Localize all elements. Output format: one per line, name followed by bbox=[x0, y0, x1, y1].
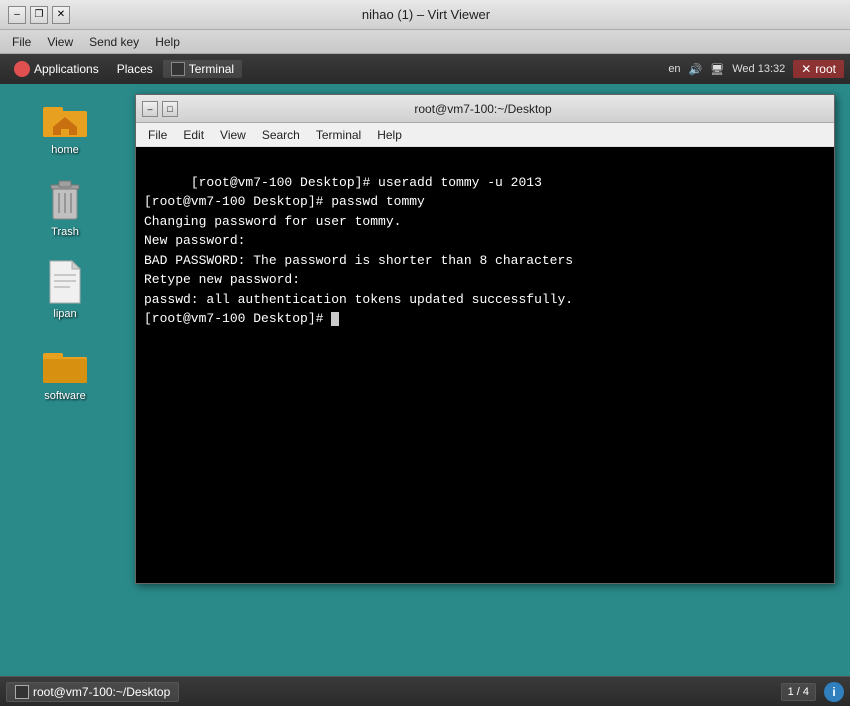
applications-icon bbox=[14, 61, 30, 77]
desktop-icon-software[interactable]: software bbox=[25, 340, 105, 402]
tmenu-help[interactable]: Help bbox=[369, 126, 410, 144]
minimize-button[interactable]: – bbox=[8, 6, 26, 24]
desktop: home Trash bbox=[0, 84, 850, 646]
datetime: Wed 13:32 bbox=[732, 63, 785, 75]
desktop-icon-trash[interactable]: Trash bbox=[25, 176, 105, 238]
terminal-line-7: passwd: all authentication tokens update… bbox=[144, 292, 573, 307]
terminal-menubar: File Edit View Search Terminal Help bbox=[136, 123, 834, 147]
menu-view[interactable]: View bbox=[39, 33, 81, 51]
tmenu-search[interactable]: Search bbox=[254, 126, 308, 144]
desktop-icon-home[interactable]: home bbox=[25, 94, 105, 156]
desktop-icon-lipan[interactable]: lipan bbox=[25, 258, 105, 320]
terminal-line-4: New password: bbox=[144, 233, 245, 248]
root-label: root bbox=[815, 62, 836, 76]
terminal-cursor bbox=[331, 312, 339, 326]
trash-icon-label: Trash bbox=[51, 226, 79, 238]
places-label: Places bbox=[117, 62, 153, 76]
tmenu-terminal[interactable]: Terminal bbox=[308, 126, 369, 144]
taskbar-item-label: root@vm7-100:~/Desktop bbox=[33, 685, 170, 699]
root-icon: ✕ bbox=[801, 62, 811, 76]
gnome-panel: Applications Places Terminal en 🔊 🖥 Wed … bbox=[0, 54, 850, 84]
terminal-label: Terminal bbox=[189, 62, 234, 76]
workspace-pager[interactable]: 1 / 4 bbox=[781, 683, 816, 701]
root-menu[interactable]: ✕ root bbox=[793, 60, 844, 78]
outer-menubar: File View Send key Help bbox=[0, 30, 850, 54]
tmenu-view[interactable]: View bbox=[212, 126, 254, 144]
terminal-line-6: Retype new password: bbox=[144, 272, 300, 287]
taskbar-terminal-item[interactable]: root@vm7-100:~/Desktop bbox=[6, 682, 179, 702]
close-button[interactable]: ✕ bbox=[52, 6, 70, 24]
display-icon: 🖥 bbox=[710, 63, 724, 76]
virt-viewer-titlebar: – ❐ ✕ nihao (1) – Virt Viewer bbox=[0, 0, 850, 30]
tmenu-file[interactable]: File bbox=[140, 126, 175, 144]
terminal-window: – □ root@vm7-100:~/Desktop File Edit Vie… bbox=[135, 94, 835, 584]
taskbar-right: 1 / 4 i bbox=[781, 682, 844, 702]
terminal-line-8: [root@vm7-100 Desktop]# bbox=[144, 311, 331, 326]
terminal-window-title: root@vm7-100:~/Desktop bbox=[178, 102, 788, 116]
terminal-window-titlebar: – □ root@vm7-100:~/Desktop bbox=[136, 95, 834, 123]
taskbar: root@vm7-100:~/Desktop 1 / 4 i bbox=[0, 676, 850, 706]
menu-sendkey[interactable]: Send key bbox=[81, 33, 147, 51]
lipan-icon-label: lipan bbox=[53, 308, 76, 320]
applications-menu[interactable]: Applications bbox=[6, 59, 107, 79]
taskbar-terminal-icon bbox=[15, 685, 29, 699]
terminal-line-1: [root@vm7-100 Desktop]# useradd tommy -u… bbox=[191, 175, 542, 190]
home-icon-label: home bbox=[51, 144, 79, 156]
trash-icon bbox=[41, 176, 89, 224]
terminal-icon bbox=[171, 62, 185, 76]
terminal-line-5: BAD PASSWORD: The password is shorter th… bbox=[144, 253, 573, 268]
terminal-line-3: Changing password for user tommy. bbox=[144, 214, 401, 229]
places-menu[interactable]: Places bbox=[109, 60, 161, 78]
sound-icon: 🔊 bbox=[689, 63, 703, 76]
software-folder-icon bbox=[41, 340, 89, 388]
lipan-file-icon bbox=[41, 258, 89, 306]
desktop-icons-column: home Trash bbox=[0, 84, 130, 646]
locale-indicator: en bbox=[668, 63, 680, 75]
restore-button[interactable]: ❐ bbox=[30, 6, 48, 24]
home-folder-icon bbox=[41, 94, 89, 142]
software-icon-label: software bbox=[44, 390, 86, 402]
terminal-tab[interactable]: Terminal bbox=[163, 60, 242, 78]
gnome-panel-left: Applications Places Terminal bbox=[6, 59, 242, 79]
titlebar-left-controls: – ❐ ✕ bbox=[8, 6, 70, 24]
terminal-minimize-btn[interactable]: – bbox=[142, 101, 158, 117]
tmenu-edit[interactable]: Edit bbox=[175, 126, 212, 144]
info-button[interactable]: i bbox=[824, 682, 844, 702]
applications-label: Applications bbox=[34, 62, 99, 76]
terminal-titlebar-buttons: – □ bbox=[142, 101, 178, 117]
menu-file[interactable]: File bbox=[4, 33, 39, 51]
terminal-maximize-btn[interactable]: □ bbox=[162, 101, 178, 117]
gnome-panel-right: en 🔊 🖥 Wed 13:32 ✕ root bbox=[668, 60, 844, 78]
terminal-line-2: [root@vm7-100 Desktop]# passwd tommy bbox=[144, 194, 425, 209]
terminal-content[interactable]: [root@vm7-100 Desktop]# useradd tommy -u… bbox=[136, 147, 834, 583]
window-title: nihao (1) – Virt Viewer bbox=[70, 7, 782, 22]
menu-help[interactable]: Help bbox=[147, 33, 188, 51]
